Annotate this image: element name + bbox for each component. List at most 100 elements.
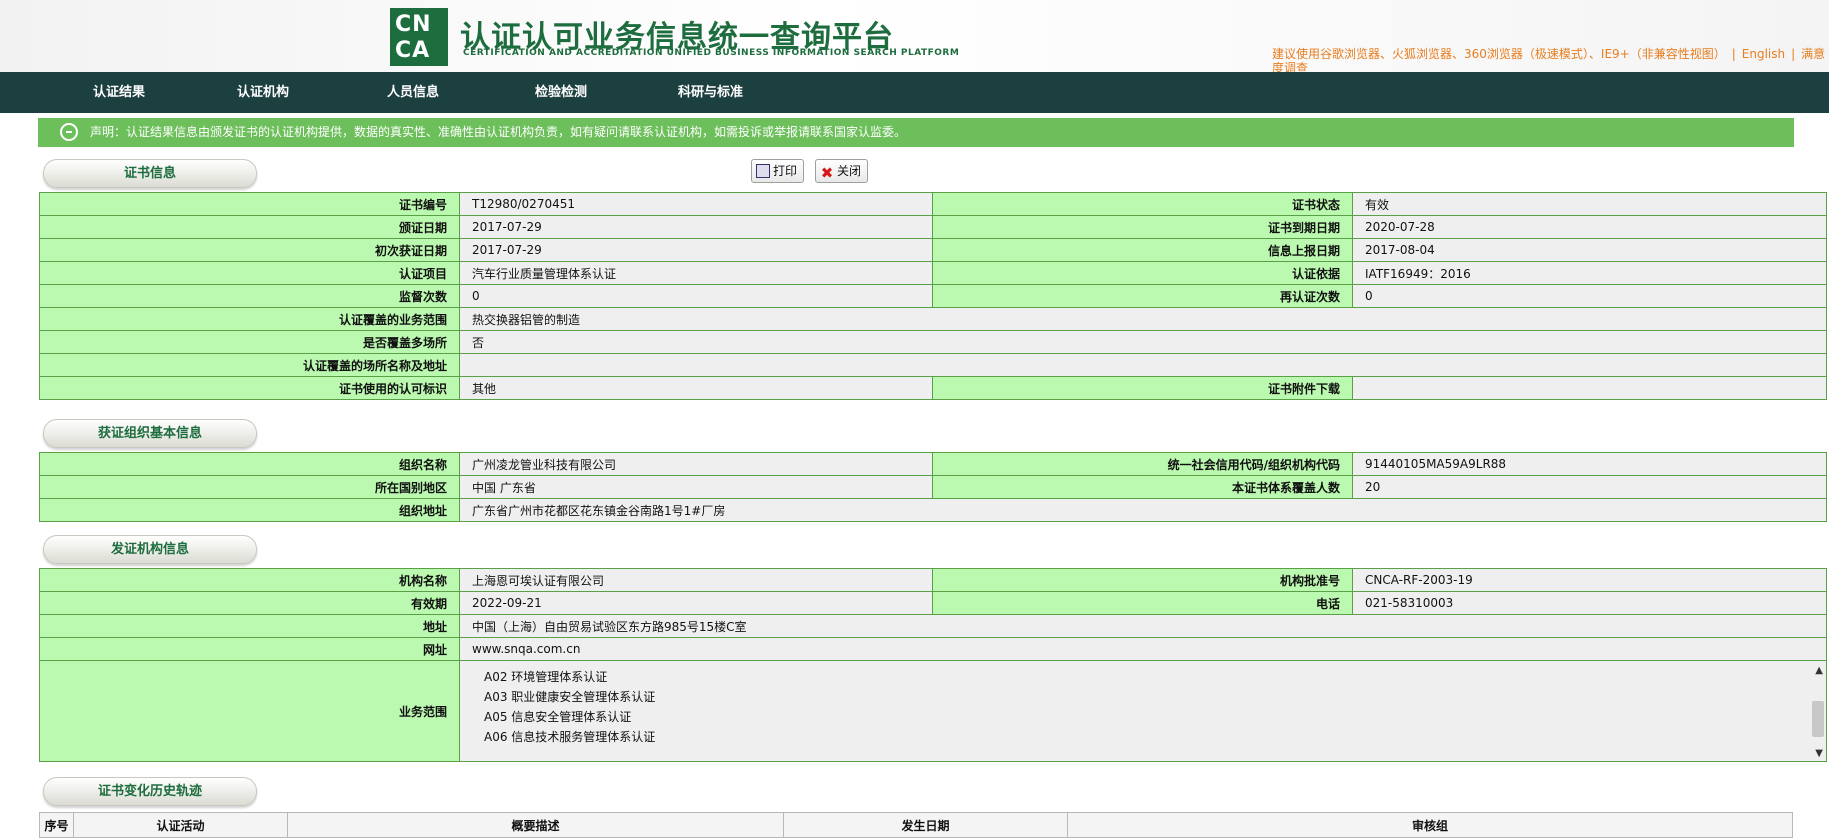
list-item: A06 信息技术服务管理体系认证 xyxy=(484,730,656,744)
col-header-date: 发生日期 xyxy=(783,812,1068,838)
org-name-value: 广州凌龙管业科技有限公司 xyxy=(459,452,933,476)
english-link[interactable]: English xyxy=(1742,47,1785,61)
nav-item-cert-bodies[interactable]: 认证机构 xyxy=(237,72,289,113)
attach-label: 证书附件下载 xyxy=(932,376,1353,400)
table-row: 初次获证日期 2017-07-29 信息上报日期 2017-08-04 xyxy=(39,238,1827,262)
list-item: A03 职业健康安全管理体系认证 xyxy=(484,690,656,704)
list-item: A05 信息安全管理体系认证 xyxy=(484,710,632,724)
attach-value[interactable] xyxy=(1352,376,1827,400)
table-row: 业务范围 A02 环境管理体系认证 A03 职业健康安全管理体系认证 A05 信… xyxy=(39,660,1827,762)
col-header-summary: 概要描述 xyxy=(287,812,784,838)
table-row: 所在国别地区 中国 广东省 本证书体系覆盖人数 20 xyxy=(39,475,1827,499)
close-icon: ✖ xyxy=(820,164,834,182)
disclaimer-banner: 声明：认证结果信息由颁发证书的认证机构提供，数据的真实性、准确性由认证机构负责，… xyxy=(38,118,1794,147)
list-item: A02 环境管理体系认证 xyxy=(484,670,608,684)
org-name-label: 组织名称 xyxy=(39,452,460,476)
print-button[interactable]: 打印 xyxy=(751,159,805,183)
org-address-value: 广东省广州市花都区花东镇金谷南路1号1#厂房 xyxy=(459,498,1827,522)
nav-item-cert-results[interactable]: 认证结果 xyxy=(93,72,145,113)
sites-value xyxy=(459,353,1827,377)
recert-value: 0 xyxy=(1352,284,1827,308)
browser-tip: 建议使用谷歌浏览器、火狐浏览器、360浏览器（极速模式）、IE9+（非兼容性视图… xyxy=(1272,47,1826,73)
close-button[interactable]: ✖ 关闭 xyxy=(815,159,869,183)
issuer-website-label: 网址 xyxy=(39,637,460,661)
basis-value: IATF16949：2016 xyxy=(1352,261,1827,285)
table-row: 监督次数 0 再认证次数 0 xyxy=(39,284,1827,308)
issuer-name-value: 上海恩可埃认证有限公司 xyxy=(459,568,933,592)
logo-text-bottom: CA xyxy=(395,38,431,63)
recert-label: 再认证次数 xyxy=(932,284,1353,308)
scroll-down-arrow-icon[interactable]: ▼ xyxy=(1815,748,1823,759)
issuer-phone-label: 电话 xyxy=(932,591,1353,615)
supervise-value: 0 xyxy=(459,284,933,308)
site-header: CN CA 认证认可业务信息统一查询平台 CERTIFICATION AND A… xyxy=(0,0,1829,73)
org-headcount-value: 20 xyxy=(1352,475,1827,499)
project-value: 汽车行业质量管理体系认证 xyxy=(459,261,933,285)
nav-item-personnel[interactable]: 人员信息 xyxy=(387,72,439,113)
close-label: 关闭 xyxy=(837,164,862,178)
org-info-table: 组织名称 广州凌龙管业科技有限公司 统一社会信用代码/组织机构代码 914401… xyxy=(39,452,1827,522)
issuer-valid-value: 2022-09-21 xyxy=(459,591,933,615)
org-headcount-label: 本证书体系覆盖人数 xyxy=(932,475,1353,499)
expire-date-label: 证书到期日期 xyxy=(932,215,1353,239)
first-date-value: 2017-07-29 xyxy=(459,238,933,262)
cert-no-label: 证书编号 xyxy=(39,192,460,216)
logo-text-top: CN xyxy=(395,12,432,37)
history-table: 序号 认证活动 概要描述 发生日期 审核组 xyxy=(39,812,1793,838)
project-label: 认证项目 xyxy=(39,261,460,285)
issuer-info-table: 机构名称 上海恩可埃认证有限公司 机构批准号 CNCA-RF-2003-19 有… xyxy=(39,568,1827,762)
basis-label: 认证依据 xyxy=(932,261,1353,285)
cnca-logo[interactable]: CN CA xyxy=(390,8,448,66)
issuer-scope-label: 业务范围 xyxy=(39,660,460,762)
table-row: 认证覆盖的业务范围 热交换器铝管的制造 xyxy=(39,307,1827,331)
issuer-website-value[interactable]: www.snqa.com.cn xyxy=(459,637,1827,661)
col-header-index: 序号 xyxy=(39,812,74,838)
issuer-address-value: 中国（上海）自由贸易试验区东方路985号15楼C室 xyxy=(459,614,1827,638)
section-history: 证书变化历史轨迹 xyxy=(43,777,257,806)
issue-date-value: 2017-07-29 xyxy=(459,215,933,239)
issuer-address-label: 地址 xyxy=(39,614,460,638)
col-header-activity: 认证活动 xyxy=(73,812,288,838)
main-nav: 认证结果 认证机构 人员信息 检验检测 科研与标准 xyxy=(0,72,1829,113)
table-row: 证书使用的认可标识 其他 证书附件下载 xyxy=(39,376,1827,400)
cert-no-value: T12980/0270451 xyxy=(459,192,933,216)
print-label: 打印 xyxy=(773,164,798,178)
table-row: 网址 www.snqa.com.cn xyxy=(39,637,1827,661)
section-org-info: 获证组织基本信息 xyxy=(43,419,257,448)
org-region-value: 中国 广东省 xyxy=(459,475,933,499)
scope-scrollbar[interactable]: ▲ ▼ xyxy=(1810,661,1826,761)
nav-item-research-standards[interactable]: 科研与标准 xyxy=(678,72,743,113)
scope-value: 热交换器铝管的制造 xyxy=(459,307,1827,331)
issuer-scope-list-box[interactable]: A02 环境管理体系认证 A03 职业健康安全管理体系认证 A05 信息安全管理… xyxy=(460,661,1826,761)
table-row: 认证覆盖的场所名称及地址 xyxy=(39,353,1827,377)
table-row: 机构名称 上海恩可埃认证有限公司 机构批准号 CNCA-RF-2003-19 xyxy=(39,568,1827,592)
org-code-value: 91440105MA59A9LR88 xyxy=(1352,452,1827,476)
info-icon xyxy=(60,123,78,141)
expire-date-value: 2020-07-28 xyxy=(1352,215,1827,239)
table-row: 颁证日期 2017-07-29 证书到期日期 2020-07-28 xyxy=(39,215,1827,239)
issuer-name-label: 机构名称 xyxy=(39,568,460,592)
org-region-label: 所在国别地区 xyxy=(39,475,460,499)
table-row: 认证项目 汽车行业质量管理体系认证 认证依据 IATF16949：2016 xyxy=(39,261,1827,285)
org-address-label: 组织地址 xyxy=(39,498,460,522)
supervise-label: 监督次数 xyxy=(39,284,460,308)
nav-item-testing[interactable]: 检验检测 xyxy=(535,72,587,113)
site-subtitle: CERTIFICATION AND ACCREDITATION UNIFIED … xyxy=(463,48,960,58)
scope-label: 认证覆盖的业务范围 xyxy=(39,307,460,331)
disclaimer-text: 声明：认证结果信息由颁发证书的认证机构提供，数据的真实性、准确性由认证机构负责，… xyxy=(90,125,907,139)
report-date-value: 2017-08-04 xyxy=(1352,238,1827,262)
report-date-label: 信息上报日期 xyxy=(932,238,1353,262)
issuer-approval-label: 机构批准号 xyxy=(932,568,1353,592)
table-row: 是否覆盖多场所 否 xyxy=(39,330,1827,354)
issuer-valid-label: 有效期 xyxy=(39,591,460,615)
scroll-up-arrow-icon[interactable]: ▲ xyxy=(1815,665,1823,676)
issuer-phone-value: 021-58310003 xyxy=(1352,591,1827,615)
cert-info-table: 证书编号 T12980/0270451 证书状态 有效 颁证日期 2017-07… xyxy=(39,192,1827,400)
table-row: 地址 中国（上海）自由贸易试验区东方路985号15楼C室 xyxy=(39,614,1827,638)
scroll-thumb[interactable] xyxy=(1812,701,1824,737)
table-row: 组织名称 广州凌龙管业科技有限公司 统一社会信用代码/组织机构代码 914401… xyxy=(39,452,1827,476)
cert-status-label: 证书状态 xyxy=(932,192,1353,216)
sites-label: 认证覆盖的场所名称及地址 xyxy=(39,353,460,377)
table-row: 证书编号 T12980/0270451 证书状态 有效 xyxy=(39,192,1827,216)
multisite-label: 是否覆盖多场所 xyxy=(39,330,460,354)
